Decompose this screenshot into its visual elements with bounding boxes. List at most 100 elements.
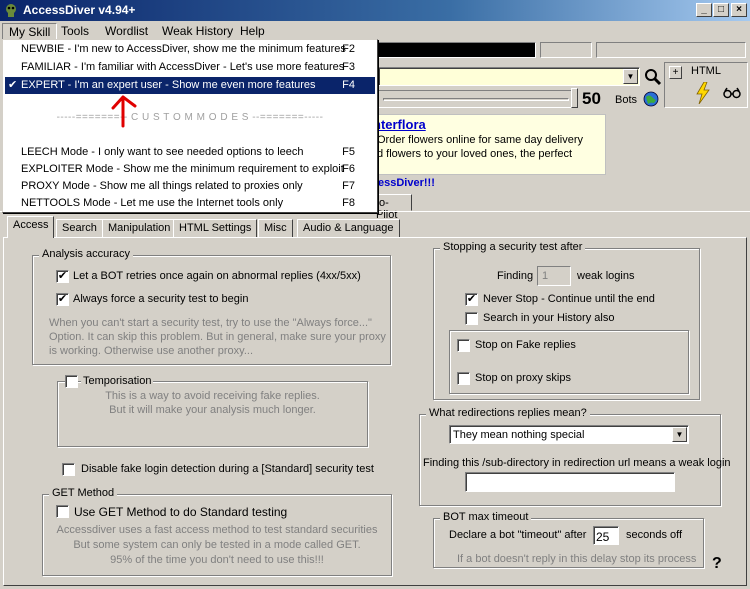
menu-item-proxy-label: PROXY Mode - Show me all things related …: [21, 180, 303, 192]
analysis-hint-3: is working. Otherwise use another proxy.…: [49, 345, 253, 357]
ad-line-2: d flowers to your loved ones, the perfec…: [377, 148, 573, 160]
minimize-button[interactable]: _: [696, 3, 712, 17]
temporisation-hint-1: This is a way to avoid receiving fake re…: [105, 390, 320, 402]
get-method-hint-3: 95% of the time you don't need to use th…: [110, 554, 324, 566]
force-checkbox[interactable]: ✔: [56, 293, 69, 306]
bots-slider[interactable]: [378, 90, 574, 108]
window-title: AccessDiver v4.94+: [23, 3, 136, 17]
tab-search[interactable]: Search: [56, 219, 103, 238]
tab-misc[interactable]: Misc: [258, 219, 293, 238]
timeout-unit-label: seconds off: [626, 529, 683, 541]
menu-item-exploiter-shortcut: F6: [342, 163, 355, 175]
analysis-hint-1: When you can't start a security test, tr…: [49, 317, 372, 329]
temporisation-hint-2: But it will make your analysis much long…: [109, 404, 316, 416]
search-history-label: Search in your History also: [483, 312, 615, 324]
menu-item-proxy[interactable]: PROXY Mode - Show me all things related …: [5, 178, 375, 195]
bot-timeout-title: BOT max timeout: [440, 511, 532, 523]
retry-checkbox[interactable]: ✔: [56, 270, 69, 283]
menu-help[interactable]: Help: [234, 23, 271, 39]
menu-item-leech[interactable]: LEECH Mode - I only want to see needed o…: [5, 144, 375, 161]
autopilot-tab[interactable]: to-Pilot: [372, 194, 412, 221]
menu-item-expert-shortcut: F4: [342, 79, 355, 91]
finding-label: Finding: [497, 270, 534, 282]
globe-icon[interactable]: [643, 91, 659, 107]
tab-audio-language[interactable]: Audio & Language: [297, 219, 400, 238]
never-stop-label: Never Stop - Continue until the end: [483, 293, 655, 305]
proxy-skips-label: Stop on proxy skips: [475, 372, 571, 384]
help-button[interactable]: ?: [712, 555, 722, 573]
app-logo-icon: [6, 4, 16, 17]
get-method-hint-2: But some system can only be tested in a …: [73, 539, 361, 551]
glasses-icon[interactable]: [723, 87, 741, 99]
ad-title-link[interactable]: nterflora: [373, 117, 426, 132]
declare-timeout-label: Declare a bot "timeout" after: [449, 529, 587, 541]
proxy-skips-checkbox[interactable]: [457, 372, 470, 385]
redirections-select-arrow[interactable]: ▼: [672, 427, 687, 442]
redirections-selected: They mean nothing special: [453, 429, 585, 441]
menu-item-expert[interactable]: ✔ EXPERT - I'm an expert user - Show me …: [5, 77, 375, 94]
url-combobox[interactable]: ▼: [378, 67, 640, 86]
menu-weak-history[interactable]: Weak History: [156, 23, 239, 39]
slider-thumb[interactable]: [571, 88, 578, 108]
menu-bar: My Skill Tools Wordlist Weak History Hel…: [0, 21, 750, 41]
menu-tools[interactable]: Tools: [55, 23, 95, 39]
status-field-2: [596, 42, 746, 58]
plus-button[interactable]: +: [669, 66, 682, 79]
fake-login-checkbox[interactable]: [62, 463, 75, 476]
url-combobox-arrow[interactable]: ▼: [623, 69, 638, 84]
search-history-checkbox[interactable]: [465, 312, 478, 325]
retry-label: Let a BOT retries once again on abnormal…: [73, 270, 361, 282]
tab-manipulation[interactable]: Manipulation: [102, 219, 177, 238]
analysis-title: Analysis accuracy: [39, 248, 134, 260]
menu-item-familiar[interactable]: FAMILIAR - I'm familiar with AccessDiver…: [5, 59, 375, 76]
tab-html-settings[interactable]: HTML Settings: [173, 219, 258, 238]
weak-logins-label: weak logins: [577, 270, 635, 282]
close-button[interactable]: ×: [731, 3, 747, 17]
menu-item-leech-shortcut: F5: [342, 146, 355, 158]
annotation-arrow-icon: [111, 95, 137, 128]
menu-item-nettools-shortcut: F8: [342, 197, 355, 209]
redirections-select[interactable]: They mean nothing special ▼: [449, 425, 689, 444]
menu-item-nettools-label: NETTOOLS Mode - Let me use the Internet …: [21, 197, 284, 209]
menu-item-familiar-label: FAMILIAR - I'm familiar with AccessDiver…: [21, 61, 345, 73]
search-icon[interactable]: [643, 67, 662, 86]
get-method-title: GET Method: [49, 487, 118, 499]
get-method-label: Use GET Method to do Standard testing: [74, 505, 288, 519]
title-bar: AccessDiver v4.94+ _ □ ×: [0, 0, 750, 21]
menu-item-nettools[interactable]: NETTOOLS Mode - Let me use the Internet …: [5, 195, 375, 212]
analysis-hint-2: Option. It can skip this problem. But in…: [49, 331, 386, 343]
ad-line-1: Order flowers online for same day delive…: [377, 134, 584, 146]
subdir-input[interactable]: [465, 472, 675, 492]
temporisation-checkbox[interactable]: [65, 375, 78, 388]
lightning-icon[interactable]: [695, 82, 711, 104]
menu-wordlist[interactable]: Wordlist: [99, 23, 154, 39]
menu-item-expert-label: EXPERT - I'm an expert user - Show me ev…: [21, 79, 316, 91]
bots-label: Bots: [615, 94, 638, 106]
fake-replies-checkbox[interactable]: [457, 339, 470, 352]
timeout-input[interactable]: 25: [593, 526, 619, 545]
menu-item-newbie-label: NEWBIE - I'm new to AccessDiver, show me…: [21, 43, 346, 55]
slider-track: [383, 98, 569, 101]
menu-item-proxy-shortcut: F7: [342, 180, 355, 192]
fake-replies-label: Stop on Fake replies: [475, 339, 576, 351]
menu-item-newbie[interactable]: NEWBIE - I'm new to AccessDiver, show me…: [5, 41, 375, 58]
custom-modes-separator: -----=======-- C U S T O M M O D E S --=…: [56, 112, 324, 123]
subdir-label: Finding this /sub-directory in redirecti…: [423, 457, 731, 469]
never-stop-checkbox[interactable]: ✔: [465, 293, 478, 306]
menu-item-newbie-shortcut: F2: [342, 43, 355, 55]
ad-banner[interactable]: nterflora Order flowers online for same …: [373, 114, 606, 175]
html-panel: + HTML: [664, 62, 748, 108]
redirections-title: What redirections replies mean?: [426, 407, 590, 419]
tab-access[interactable]: Access: [7, 216, 55, 238]
temporisation-label: Temporisation: [81, 375, 154, 387]
promo-text[interactable]: essDiver!!!: [378, 177, 435, 189]
get-method-checkbox[interactable]: [56, 505, 69, 518]
maximize-button[interactable]: □: [713, 3, 729, 17]
menu-item-exploiter[interactable]: EXPLOITER Mode - Show me the minimum req…: [5, 161, 375, 178]
finding-count-input[interactable]: 1: [537, 266, 571, 286]
progress-strip: [378, 42, 536, 58]
status-field-1: [540, 42, 592, 58]
fake-login-label: Disable fake login detection during a [S…: [81, 463, 374, 475]
checkmark-icon: ✔: [8, 79, 18, 91]
menu-item-leech-label: LEECH Mode - I only want to see needed o…: [21, 146, 304, 158]
